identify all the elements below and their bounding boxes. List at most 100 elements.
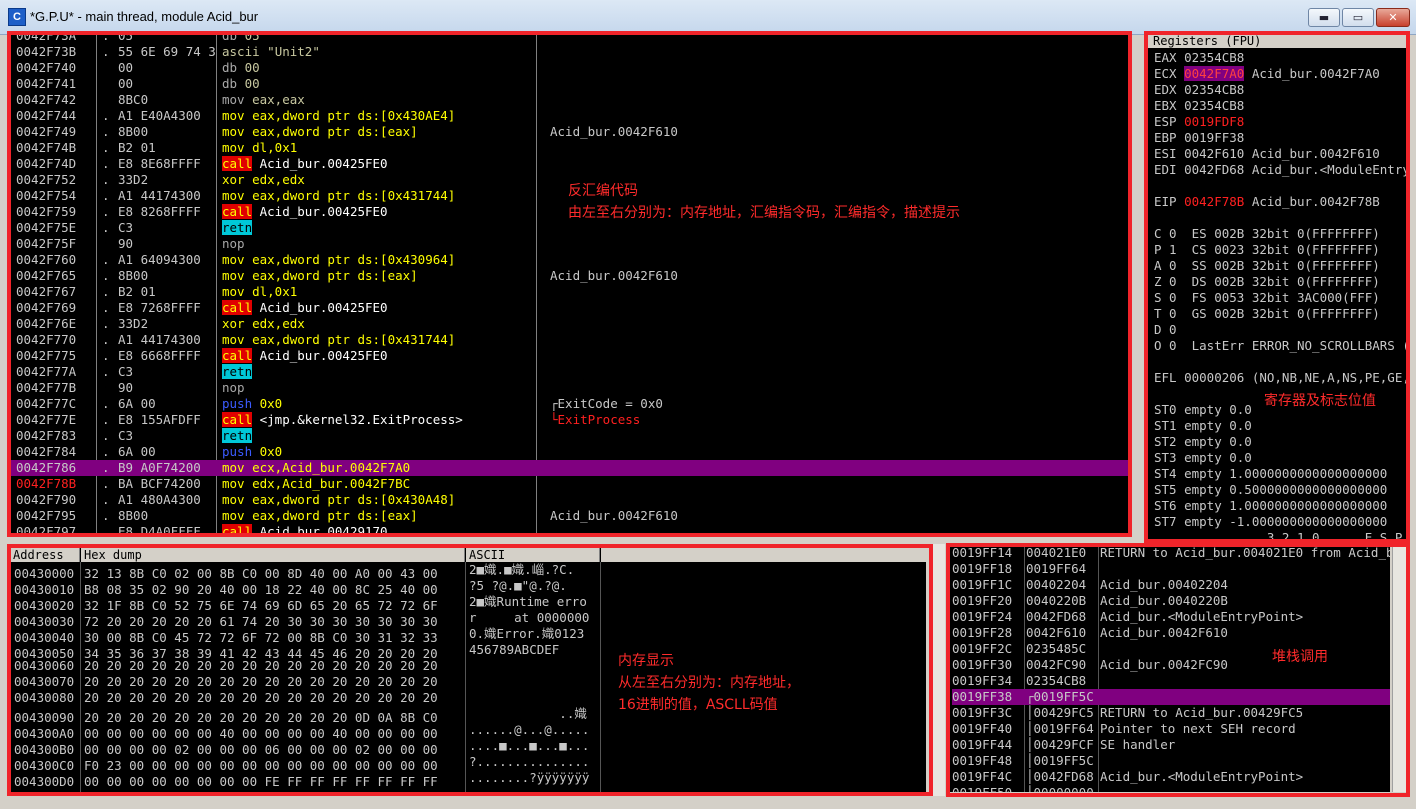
minimize-button[interactable]: ▬ xyxy=(1308,8,1340,27)
register-row[interactable]: ST1 empty 0.0 xyxy=(1154,418,1252,434)
memory-row[interactable]: 00430010B8 08 35 02 90 20 40 00 18 22 40… xyxy=(14,578,603,594)
register-row[interactable]: ST6 empty 1.0000000000000000000 xyxy=(1154,498,1387,514)
register-row[interactable]: O 0 LastErr ERROR_NO_SCROLLBARS (000005A… xyxy=(1154,338,1406,354)
stack-row[interactable]: 0019FF44│00429FCFSE handler xyxy=(952,737,1390,753)
stack-row[interactable]: 0019FF3C│00429FC5RETURN to Acid_bur.0042… xyxy=(952,705,1390,721)
stack-row[interactable]: 0019FF38┌0019FF5C xyxy=(952,689,1390,705)
disassembly-row[interactable]: 0042F7428BC0mov eax,eax xyxy=(10,92,1128,108)
register-row[interactable]: EBP 0019FF38 xyxy=(1154,130,1244,146)
disassembly-row[interactable]: 0042F74000db 00 xyxy=(10,60,1128,76)
register-label: EBX 02354CB8 xyxy=(1154,98,1244,113)
disassembly-row[interactable]: 0042F797.E8 D4A0FFFFcall Acid_bur.004291… xyxy=(10,524,1128,534)
register-row[interactable]: EIP 0042F78B Acid_bur.0042F78B xyxy=(1154,194,1380,210)
stack-scrollbar[interactable] xyxy=(1392,546,1407,792)
disassembly-row[interactable]: 0042F73B.55 6E 69 74 3ascii "Unit2" xyxy=(10,44,1128,60)
memory-row[interactable]: 0043000032 13 8B C0 02 00 8B C0 00 8D 40… xyxy=(14,562,603,578)
register-value[interactable]: 0019FDF8 xyxy=(1184,114,1244,129)
disassembly-row[interactable]: 0042F74D.E8 8E68FFFFcall Acid_bur.00425F… xyxy=(10,156,1128,172)
close-button[interactable]: ✕ xyxy=(1376,8,1410,27)
disassembly-row[interactable]: 0042F765.8B00mov eax,dword ptr ds:[eax]A… xyxy=(10,268,1128,284)
disassembly-row[interactable]: 0042F74100db 00 xyxy=(10,76,1128,92)
stack-row[interactable]: 0019FF40│0019FF64Pointer to next SEH rec… xyxy=(952,721,1390,737)
disassembly-row[interactable]: 0042F78B.BA BCF74200mov edx,Acid_bur.004… xyxy=(10,476,1128,492)
register-row[interactable]: A 0 SS 002B 32bit 0(FFFFFFFF) xyxy=(1154,258,1380,274)
register-row[interactable]: ECX 0042F7A0 Acid_bur.0042F7A0 xyxy=(1154,66,1380,82)
memory-row[interactable]: 004300C0F0 23 00 00 00 00 00 00 00 00 00… xyxy=(14,754,603,770)
memory-scrollbar[interactable] xyxy=(930,544,945,796)
register-row[interactable]: ST2 empty 0.0 xyxy=(1154,434,1252,450)
memory-row[interactable]: 0043006020 20 20 20 20 20 20 20 20 20 20… xyxy=(14,658,603,674)
memory-row[interactable]: 004300D000 00 00 00 00 00 00 00 FE FF FF… xyxy=(14,770,603,786)
disassembly-row[interactable]: 0042F77E.E8 155AFDFFcall <jmp.&kernel32.… xyxy=(10,412,1128,428)
register-row[interactable]: ST7 empty -1.000000000000000000 xyxy=(1154,514,1387,530)
disassembly-row[interactable]: 0042F744.A1 E40A4300mov eax,dword ptr ds… xyxy=(10,108,1128,124)
memory-row[interactable]: 0043007020 20 20 20 20 20 20 20 20 20 20… xyxy=(14,674,603,690)
disassembly-row[interactable]: 0042F784.6A 00push 0x0 xyxy=(10,444,1128,460)
register-value[interactable]: 0042F7A0 xyxy=(1184,66,1244,81)
disassembly-row[interactable]: 0042F783.C3retn xyxy=(10,428,1128,444)
stack-row[interactable]: 0019FF180019FF64 xyxy=(952,561,1390,577)
register-row[interactable]: S 0 FS 0053 32bit 3AC000(FFF) xyxy=(1154,290,1380,306)
memory-row[interactable]: 0043005034 35 36 37 38 39 41 42 43 44 45… xyxy=(14,642,603,658)
disassembly-row[interactable]: 0042F749.8B00mov eax,dword ptr ds:[eax]A… xyxy=(10,124,1128,140)
register-row[interactable]: EDX 02354CB8 xyxy=(1154,82,1244,98)
disassembly-row[interactable]: 0042F790.A1 480A4300mov eax,dword ptr ds… xyxy=(10,492,1128,508)
register-row[interactable]: ST5 empty 0.5000000000000000000 xyxy=(1154,482,1387,498)
register-row[interactable]: EFL 00000206 (NO,NB,NE,A,NS,PE,GE,G) xyxy=(1154,370,1406,386)
registers-pane[interactable]: Registers (FPU) EAX 02354CB8ECX 0042F7A0… xyxy=(1148,34,1406,541)
stack-row[interactable]: 0019FF280042F610Acid_bur.0042F610 xyxy=(952,625,1390,641)
hex-dump-column-header[interactable]: Hex dump xyxy=(81,548,465,562)
disassembly-row[interactable]: 0042F77B90nop xyxy=(10,380,1128,396)
stack-row[interactable]: 0019FF3402354CB8 xyxy=(952,673,1390,689)
register-row[interactable]: ESI 0042F610 Acid_bur.0042F610 xyxy=(1154,146,1380,162)
register-row[interactable]: T 0 GS 002B 32bit 0(FFFFFFFF) xyxy=(1154,306,1380,322)
memory-row[interactable]: 0043002032 1F 8B C0 52 75 6E 74 69 6D 65… xyxy=(14,594,603,610)
register-row[interactable]: ESP 0019FDF8 xyxy=(1154,114,1244,130)
register-row[interactable]: D 0 xyxy=(1154,322,1177,338)
register-label: ST0 empty 0.0 xyxy=(1154,402,1252,417)
disassembly-row[interactable]: 0042F775.E8 6668FFFFcall Acid_bur.00425F… xyxy=(10,348,1128,364)
register-row[interactable]: ST4 empty 1.0000000000000000000 xyxy=(1154,466,1387,482)
register-row[interactable]: EBX 02354CB8 xyxy=(1154,98,1244,114)
disassembly-row[interactable]: 0042F767.B2 01mov dl,0x1 xyxy=(10,284,1128,300)
memory-row[interactable]: 004300B000 00 00 00 02 00 00 00 06 00 00… xyxy=(14,738,603,754)
address-column-header[interactable]: Address xyxy=(10,548,80,562)
memory-row[interactable]: 0043009020 20 20 20 20 20 20 20 20 20 20… xyxy=(14,706,603,722)
stack-row[interactable]: 0019FF48│0019FF5C xyxy=(952,753,1390,769)
disassembly-row[interactable]: 0042F795.8B00mov eax,dword ptr ds:[eax]A… xyxy=(10,508,1128,524)
disassembly-row[interactable]: 0042F760.A1 64094300mov eax,dword ptr ds… xyxy=(10,252,1128,268)
disassembly-row[interactable]: 0042F77C.6A 00push 0x0┌ExitCode = 0x0 xyxy=(10,396,1128,412)
stack-row[interactable]: 0019FF14004021E0RETURN to Acid_bur.00402… xyxy=(952,546,1390,561)
stack-row[interactable]: 0019FF4C│0042FD68Acid_bur.<ModuleEntryPo… xyxy=(952,769,1390,785)
disassembly-row[interactable]: 0042F769.E8 7268FFFFcall Acid_bur.00425F… xyxy=(10,300,1128,316)
disassembly-pane[interactable]: 0042F73A.05db 050042F73B.55 6E 69 74 3as… xyxy=(10,34,1128,534)
disassembly-row[interactable]: 0042F77A.C3retn xyxy=(10,364,1128,380)
register-row[interactable]: EDI 0042FD68 Acid_bur.<ModuleEntryPoint> xyxy=(1154,162,1406,178)
memory-row[interactable]: 004300A000 00 00 00 00 00 40 00 00 00 00… xyxy=(14,722,603,738)
register-row[interactable]: EAX 02354CB8 xyxy=(1154,50,1244,66)
register-row[interactable]: P 1 CS 0023 32bit 0(FFFFFFFF) xyxy=(1154,242,1380,258)
memory-row[interactable]: 0043008020 20 20 20 20 20 20 20 20 20 20… xyxy=(14,690,603,706)
disassembly-row[interactable]: 0042F76E.33D2xor edx,edx xyxy=(10,316,1128,332)
register-row[interactable]: ST3 empty 0.0 xyxy=(1154,450,1252,466)
maximize-button[interactable]: ▭ xyxy=(1342,8,1374,27)
ascii-column-header[interactable]: ASCII xyxy=(466,548,600,562)
stack-row[interactable]: 0019FF200040220BAcid_bur.0040220B xyxy=(952,593,1390,609)
disassembly-row[interactable]: 0042F74B.B2 01mov dl,0x1 xyxy=(10,140,1128,156)
disassembly-row[interactable]: 0042F75F90nop xyxy=(10,236,1128,252)
disassembly-row[interactable]: 0042F770.A1 44174300mov eax,dword ptr ds… xyxy=(10,332,1128,348)
disassembly-row[interactable]: 0042F73A.05db 05 xyxy=(10,34,1128,44)
register-value[interactable]: 0042F78B xyxy=(1184,194,1244,209)
memory-row[interactable]: 0043004030 00 8B C0 45 72 72 6F 72 00 8B… xyxy=(14,626,603,642)
register-row[interactable]: 3 2 1 0 E S P U xyxy=(1154,530,1406,541)
register-row[interactable]: ST0 empty 0.0 xyxy=(1154,402,1252,418)
register-row[interactable]: C 0 ES 002B 32bit 0(FFFFFFFF) xyxy=(1154,226,1380,242)
memory-row[interactable]: 0043003072 20 20 20 20 20 61 74 20 30 30… xyxy=(14,610,603,626)
stack-row[interactable]: 0019FF50│00000000 xyxy=(952,785,1390,792)
stack-row[interactable]: 0019FF240042FD68Acid_bur.<ModuleEntryPoi… xyxy=(952,609,1390,625)
register-row[interactable]: Z 0 DS 002B 32bit 0(FFFFFFFF) xyxy=(1154,274,1380,290)
stack-pane[interactable]: 0019FF14004021E0RETURN to Acid_bur.00402… xyxy=(950,546,1390,792)
memory-dump-pane[interactable]: Address Hex dump ASCII 0043000032 13 8B … xyxy=(10,548,926,792)
disassembly-row[interactable]: 0042F786.B9 A0F74200mov ecx,Acid_bur.004… xyxy=(10,460,1128,476)
stack-row[interactable]: 0019FF1C00402204Acid_bur.00402204 xyxy=(952,577,1390,593)
